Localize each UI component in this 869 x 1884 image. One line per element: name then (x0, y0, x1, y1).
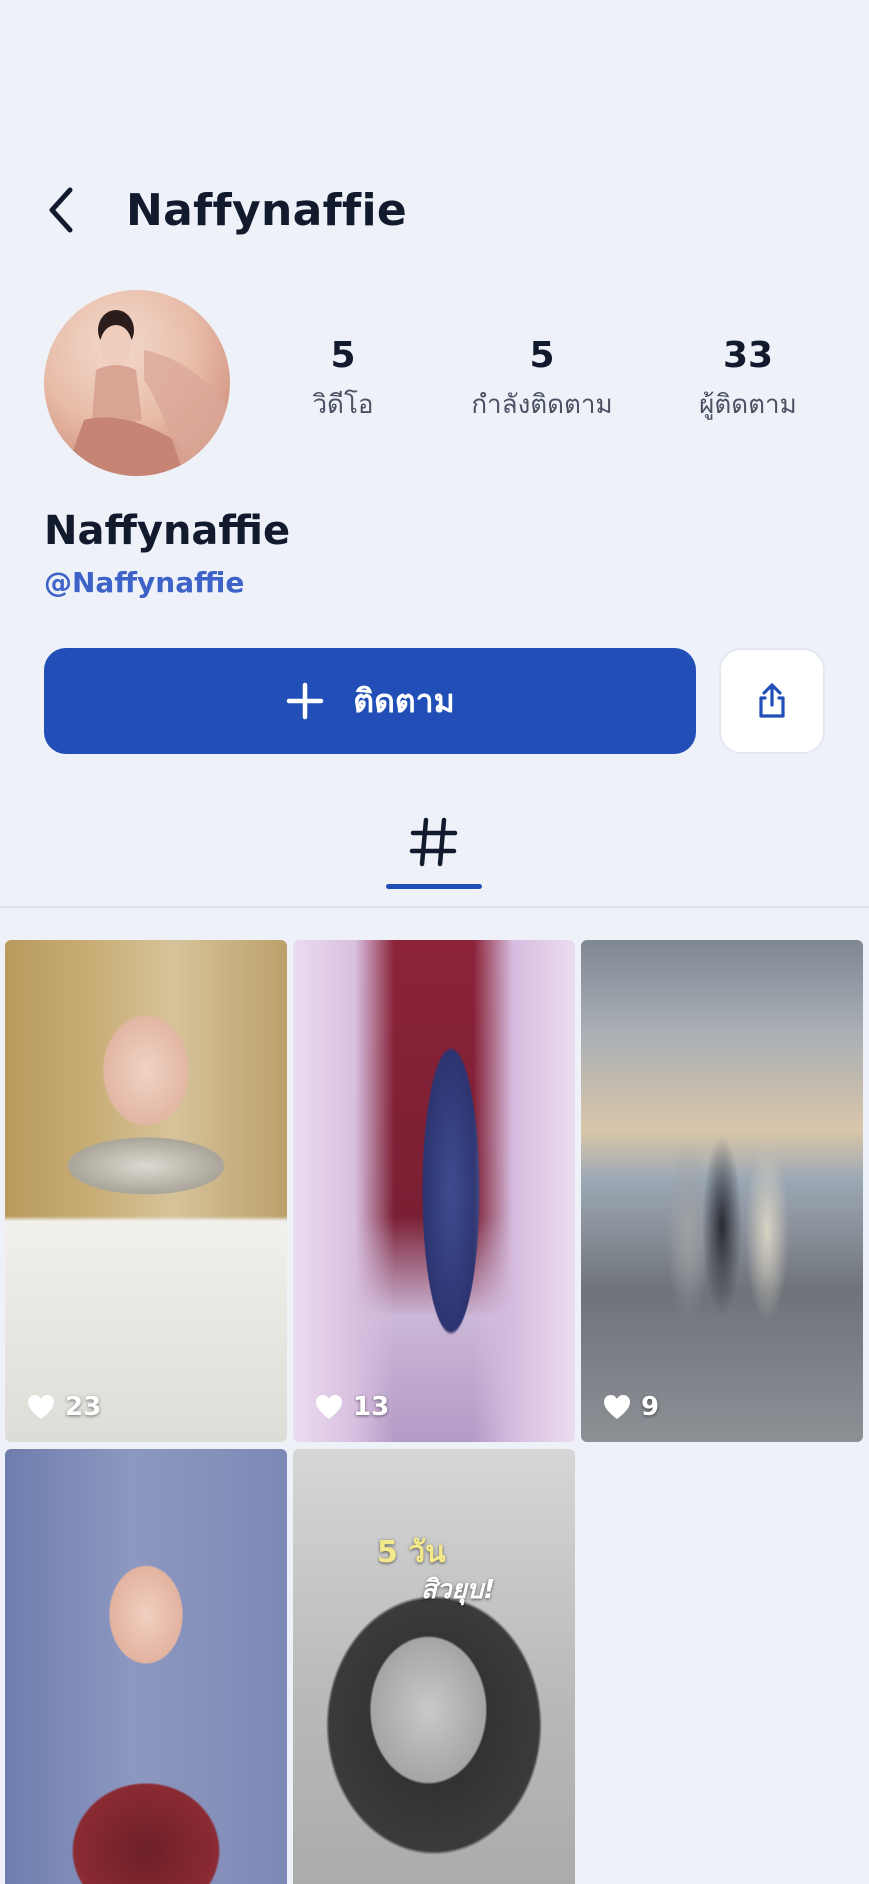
like-count: 13 (315, 1392, 389, 1422)
like-count-value: 23 (65, 1392, 102, 1422)
video-thumbnail[interactable]: 5 วัน สิวยุบ! (293, 1449, 575, 1884)
divider (0, 906, 869, 908)
username-handle: @Naffynaffie (44, 566, 245, 599)
like-count: 9 (603, 1392, 659, 1422)
like-count-value: 9 (641, 1392, 660, 1422)
video-caption: สิวยุบ! (421, 1575, 496, 1605)
stat-value: 5 (529, 335, 555, 376)
chevron-left-icon (49, 187, 73, 233)
stat-following[interactable]: 5 กำลังติดตาม (434, 332, 650, 428)
stat-label: วิดีโอ (312, 390, 374, 420)
avatar[interactable] (44, 290, 230, 476)
follow-label: ติดตาม (353, 682, 455, 719)
follow-button[interactable]: ติดตาม (44, 648, 696, 754)
stat-label: ผู้ติดตาม (699, 390, 797, 420)
tab-hashtag[interactable] (386, 816, 482, 890)
video-thumbnail[interactable]: 13 (293, 940, 575, 1442)
stat-value: 33 (722, 335, 774, 376)
video-thumbnail[interactable]: 9 (581, 940, 863, 1442)
stat-value: 5 (330, 335, 356, 376)
like-count-value: 13 (353, 1392, 390, 1422)
back-button[interactable] (44, 170, 100, 250)
heart-icon (604, 1395, 630, 1419)
profile-screen: Naffynaffie 5 วิดีโอ 5 กำลังติดตาม 33 ผู… (0, 0, 869, 1884)
stat-followers[interactable]: 33 ผู้ติดตาม (658, 332, 838, 428)
video-thumbnail[interactable] (5, 1449, 287, 1884)
plus-icon (287, 682, 324, 720)
heart-icon (316, 1395, 342, 1419)
heart-icon (28, 1395, 54, 1419)
stat-label: กำลังติดตาม (471, 390, 613, 420)
like-count: 23 (27, 1392, 101, 1422)
avatar-image (64, 310, 230, 476)
page-title: Naffynaffie (126, 184, 408, 236)
stat-videos[interactable]: 5 วิดีโอ (268, 332, 418, 428)
active-tab-indicator (386, 884, 482, 889)
header: Naffynaffie (44, 170, 407, 250)
video-thumbnail[interactable]: 23 (5, 940, 287, 1442)
stats-row: 5 วิดีโอ 5 กำลังติดตาม 33 ผู้ติดตาม (268, 332, 848, 428)
share-icon (759, 683, 785, 718)
display-name: Naffynaffie (44, 508, 291, 554)
hashtag-icon (409, 817, 458, 867)
share-button[interactable] (719, 648, 825, 754)
